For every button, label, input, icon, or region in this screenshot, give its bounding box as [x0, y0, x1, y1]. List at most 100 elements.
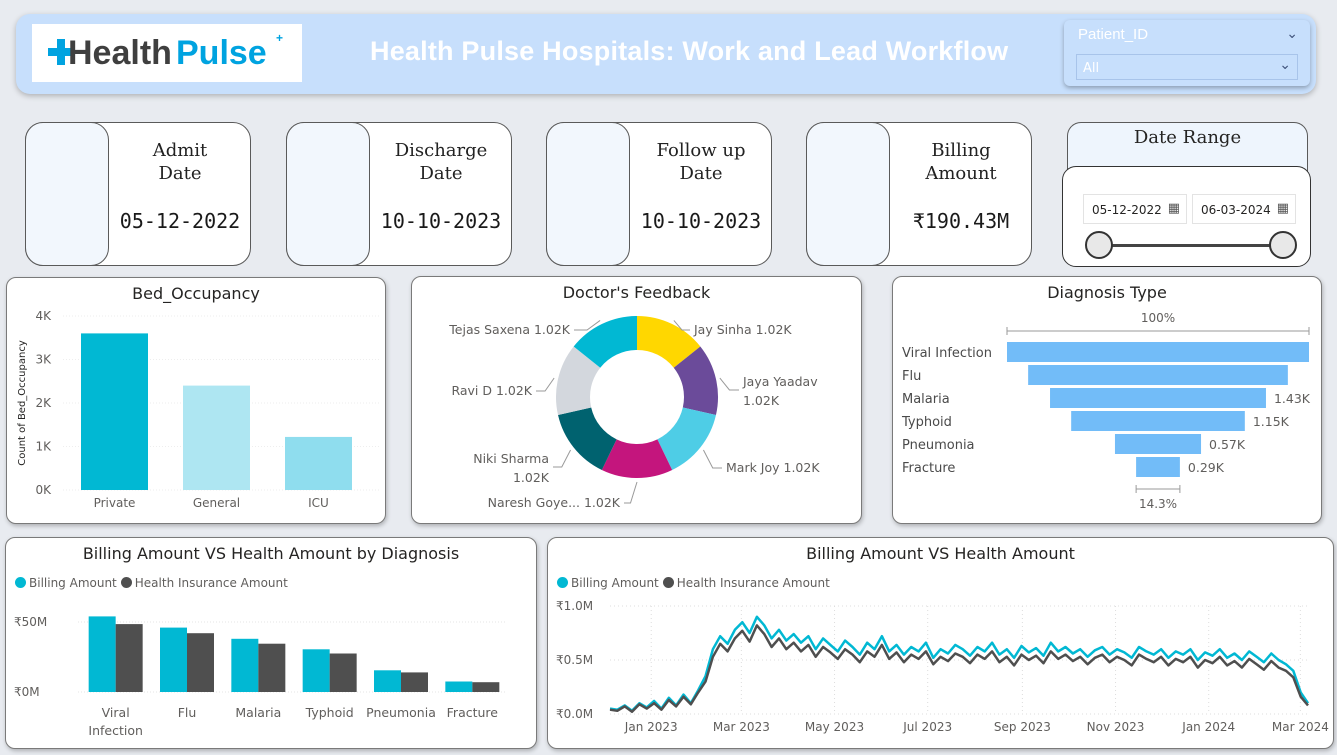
x-tick-label: Jan 2024: [1181, 720, 1235, 734]
kpi-icon-panel: [806, 122, 890, 266]
range-slider-start-handle[interactable]: [1085, 231, 1113, 259]
line-series-1: [609, 624, 1309, 714]
kpi-follow-up-date: Follow up Date 10-10-2023: [546, 122, 772, 266]
doctors-feedback-card: Doctor's Feedback Jay Sinha 1.02K Jaya Ya…: [411, 276, 862, 524]
kpi-icon-panel: [25, 122, 109, 266]
x-tick-label: Mar 2024: [1272, 720, 1329, 734]
funnel-category-label: Viral Infection: [902, 346, 992, 361]
bar-1-0: [115, 624, 143, 692]
x-tick-label: Private: [94, 496, 136, 510]
billing-by-diagnosis-chart: ₹0M ₹50M Viral Infection Flu Malaria Typhoid Pn…: [14, 615, 506, 738]
slice-value-label: 1.02K: [513, 470, 550, 485]
slice-label: Tejas Saxena 1.02K: [448, 322, 571, 337]
svg-text:+: +: [276, 31, 283, 45]
logo-text-pulse: Pulse: [176, 34, 267, 72]
funnel-bar-4: [1114, 434, 1202, 454]
funnel-category-label: Malaria: [902, 392, 950, 407]
y-tick-label: 2K: [35, 396, 52, 410]
calendar-icon[interactable]: ▦: [1277, 201, 1289, 216]
bar-1-4: [401, 672, 428, 692]
bar-private: [81, 333, 148, 490]
funnel-category-label: Pneumonia: [902, 438, 975, 453]
bar-1-2: [258, 643, 286, 692]
kpi-admit-date: Admit Date 05-12-2022: [25, 122, 251, 266]
end-date-input[interactable]: 06-03-2024 ▦: [1192, 194, 1296, 224]
x-tick-label: ICU: [308, 496, 329, 510]
bed-occupancy-chart: 0K 1K 2K 3K 4K Count of Bed_Occupancy Private G…: [17, 309, 379, 510]
diagnosis-type-card: Diagnosis Type 100% Viral Infection Flu Mal…: [892, 276, 1322, 524]
doctors-feedback-chart: Jay Sinha 1.02K Jaya Yaadav 1.02K Mark Joy …: [448, 316, 820, 510]
page-title: Health Pulse Hospitals: Work and Lead Wo…: [370, 36, 1009, 66]
logo-text-health: Health: [68, 34, 172, 72]
bar-icu: [285, 436, 352, 490]
funnel-category-label: Fracture: [902, 461, 955, 476]
kpi-label: Discharge Date: [394, 140, 488, 184]
billing-over-time-chart: ₹0.0M ₹0.5M ₹1.0M Jan 2023 Mar 2023 May 2023 J…: [556, 599, 1329, 734]
slice-label: Ravi D 1.02K: [451, 383, 532, 398]
funnel-value-label: 0.57K: [1209, 437, 1246, 452]
kpi-label: Admit Date: [152, 140, 208, 184]
y-tick-label: 3K: [35, 353, 52, 367]
bar-0-3: [302, 649, 330, 692]
x-tick-label: Jan 2023: [624, 720, 678, 734]
x-tick-label: Malaria: [235, 705, 281, 720]
chevron-down-icon[interactable]: ⌄: [1286, 26, 1298, 42]
leader-line: [536, 377, 555, 392]
range-slider-track[interactable]: [1099, 244, 1277, 247]
diagnosis-type-chart: 100% Viral Infection Flu Malaria 1.43K Typhoi…: [901, 311, 1311, 511]
x-tick-label: Mar 2023: [713, 720, 770, 734]
slicer-selected-value: All: [1083, 61, 1100, 76]
slice-label: Naresh Goye... 1.02K: [488, 495, 621, 510]
slice-value-label: 1.02K: [743, 393, 780, 408]
kpi-icon-panel: [546, 122, 630, 266]
bar-1-3: [329, 653, 357, 692]
date-range-title: Date Range: [1133, 127, 1242, 148]
y-tick-label: 1K: [35, 440, 52, 454]
logo-graphic: Health Pulse +: [48, 31, 283, 72]
y-tick-label: ₹1.0M: [556, 599, 593, 613]
funnel-bar-1: [1028, 365, 1288, 385]
kpi-value: 05-12-2022: [119, 209, 241, 233]
funnel-bar-3: [1071, 411, 1245, 431]
x-tick-label: Sep 2023: [994, 720, 1051, 734]
chevron-down-icon[interactable]: ⌄: [1279, 57, 1291, 73]
slice-label: Mark Joy 1.02K: [726, 460, 820, 475]
y-axis-label: Count of Bed_Occupancy: [17, 340, 28, 466]
funnel-top-label: 100%: [1141, 311, 1175, 325]
bed-occupancy-card: Bed_Occupancy 0K 1K 2K 3K 4K Count of Bed_Occ…: [6, 277, 386, 524]
kpi-label: Follow up Date: [656, 140, 746, 184]
billing-by-diagnosis-card: Billing Amount VS Health Amount by Diagn…: [5, 537, 537, 749]
funnel-bar-2: [1050, 388, 1266, 408]
leader-line: [624, 481, 638, 504]
kpi-discharge-date: Discharge Date 10-10-2023: [286, 122, 512, 266]
kpi-billing-amount: Billing Amount ₹190.43M: [806, 122, 1032, 266]
funnel-bar-5: [1136, 457, 1180, 477]
kpi-label: Billing Amount: [925, 140, 997, 184]
bar-1-1: [187, 633, 214, 692]
bar-0-1: [160, 627, 187, 692]
funnel-value-label: 1.43K: [1274, 391, 1311, 406]
slice-label: Niki Sharma: [473, 451, 549, 466]
header-banner: Health Pulse + Health Pulse Hospitals: W…: [16, 14, 1316, 94]
patient-id-dropdown[interactable]: All ⌄: [1076, 54, 1298, 80]
end-date-value: 06-03-2024: [1201, 203, 1271, 217]
funnel-value-label: 0.29K: [1188, 460, 1225, 475]
patient-id-slicer[interactable]: Patient_ID ⌄ All ⌄: [1064, 20, 1310, 86]
leader-line: [703, 449, 722, 469]
range-slider-end-handle[interactable]: [1269, 231, 1297, 259]
x-tick-label: Flu: [178, 705, 197, 720]
y-tick-label: ₹0M: [14, 685, 40, 699]
start-date-input[interactable]: 05-12-2022 ▦: [1083, 194, 1187, 224]
billing-over-time-card: Billing Amount VS Health Amount Billing …: [547, 537, 1334, 749]
y-tick-label: ₹0.5M: [556, 653, 593, 667]
kpi-value: 10-10-2023: [640, 209, 762, 233]
start-date-value: 05-12-2022: [1092, 203, 1162, 217]
x-tick-label: May 2023: [805, 720, 864, 734]
kpi-value: ₹190.43M: [912, 209, 1010, 233]
bar-0-2: [231, 638, 259, 692]
slicer-label: Patient_ID: [1078, 26, 1149, 43]
x-tick-label: Nov 2023: [1087, 720, 1145, 734]
slice-label: Jay Sinha 1.02K: [693, 322, 792, 337]
funnel-bar-0: [1007, 342, 1309, 362]
calendar-icon[interactable]: ▦: [1168, 201, 1180, 216]
